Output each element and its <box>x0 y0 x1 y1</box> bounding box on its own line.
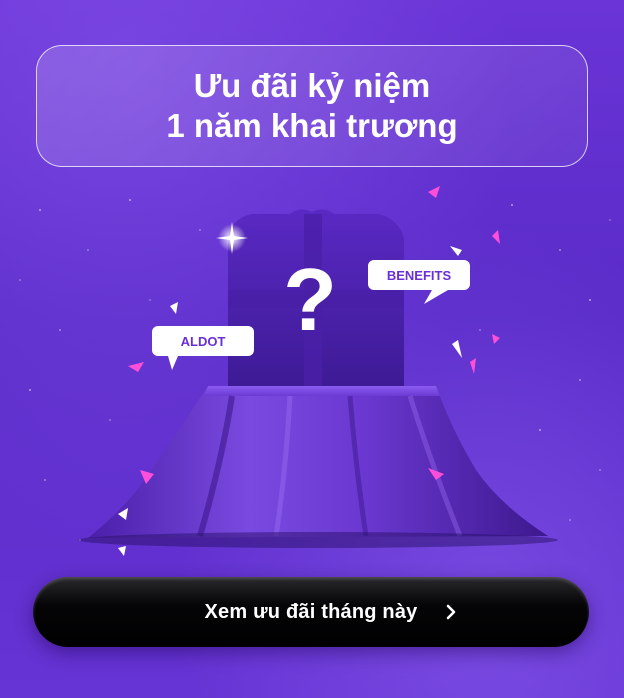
badge-aldot-label: ALDOT <box>181 334 226 349</box>
view-monthly-offers-label: Xem ưu đãi tháng này <box>204 600 418 623</box>
gift-podium-illustration: ? ALDOT BENEFITS <box>78 186 558 556</box>
promo-card: Ưu đãi kỷ niệm 1 năm khai trương ? ALDOT… <box>0 0 624 698</box>
title-line-2: 1 năm khai trương <box>166 107 458 144</box>
badge-benefits-label: BENEFITS <box>387 268 452 283</box>
draped-podium <box>78 386 558 548</box>
view-monthly-offers-button[interactable]: Xem ưu đãi tháng này <box>33 577 589 647</box>
title-banner: Ưu đãi kỷ niệm 1 năm khai trương <box>36 45 588 167</box>
question-mark-icon: ? <box>283 250 337 349</box>
title-line-1: Ưu đãi kỷ niệm <box>193 67 431 104</box>
chevron-right-icon <box>446 604 456 620</box>
